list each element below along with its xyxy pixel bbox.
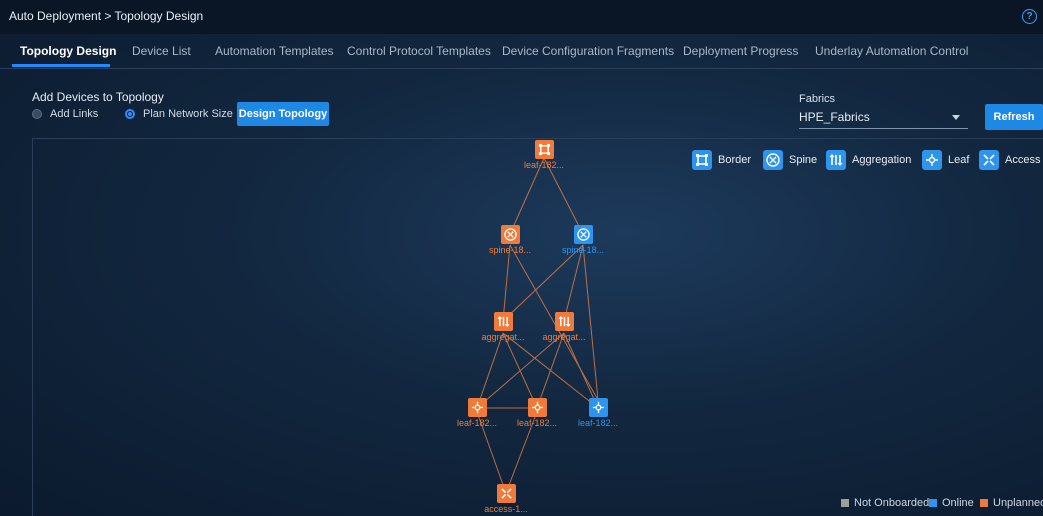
- node-label: aggregat...: [481, 332, 525, 342]
- aggregation-icon: [493, 312, 513, 331]
- status-unplanned: Unplanned: [980, 497, 1043, 509]
- leaf-icon: [467, 398, 487, 417]
- app-root: Auto Deployment > Topology Design ? Topo…: [0, 0, 1043, 516]
- aggregation-icon: [554, 312, 574, 331]
- node-label: leaf-182...: [523, 160, 565, 170]
- status-online: Online: [929, 497, 974, 509]
- node-aggregation-2[interactable]: aggregat...: [529, 312, 599, 342]
- status-online-label: Online: [942, 497, 974, 509]
- node-label: aggregat...: [542, 332, 586, 342]
- status-not-onboarded: Not Onboarded: [841, 497, 929, 509]
- node-spine-1[interactable]: spine-18...: [475, 225, 545, 255]
- node-label: leaf-182...: [516, 418, 558, 428]
- border-icon: [534, 140, 554, 159]
- node-label: spine-18...: [488, 245, 532, 255]
- node-border[interactable]: leaf-182...: [509, 140, 579, 170]
- status-unplanned-label: Unplanned: [993, 497, 1043, 509]
- access-icon: [496, 484, 516, 503]
- topology-links: [476, 157, 599, 494]
- node-leaf-3[interactable]: leaf-182...: [563, 398, 633, 428]
- status-swatch: [929, 499, 937, 507]
- status-not-onboarded-label: Not Onboarded: [854, 497, 930, 509]
- status-swatch: [980, 499, 988, 507]
- node-access[interactable]: access-1...: [471, 484, 541, 514]
- node-label: spine-18...: [561, 245, 605, 255]
- node-aggregation-1[interactable]: aggregat...: [468, 312, 538, 342]
- leaf-icon: [527, 398, 547, 417]
- node-spine-2[interactable]: spine-18...: [548, 225, 618, 255]
- status-swatch: [841, 499, 849, 507]
- leaf-icon: [588, 398, 608, 417]
- spine-icon: [500, 225, 520, 244]
- node-label: leaf-182...: [577, 418, 619, 428]
- node-label: access-1...: [484, 504, 528, 514]
- node-leaf-2[interactable]: leaf-182...: [502, 398, 572, 428]
- spine-icon: [573, 225, 593, 244]
